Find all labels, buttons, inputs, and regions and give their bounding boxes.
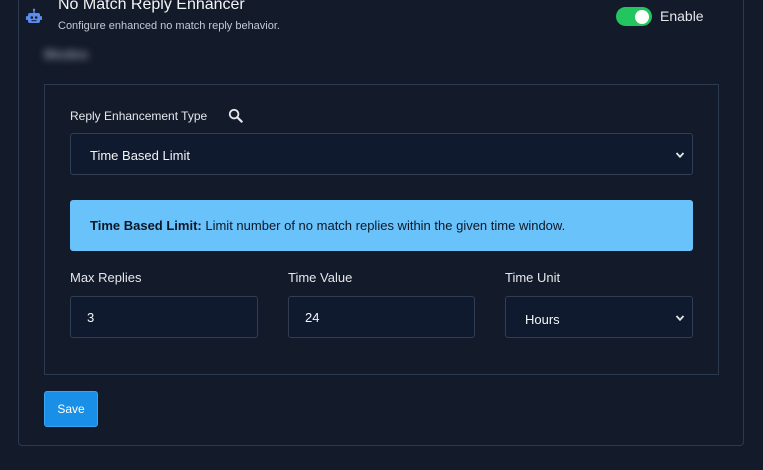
chevron-down-icon bbox=[675, 152, 685, 159]
enable-label: Enable bbox=[660, 8, 704, 24]
panel-title: No Match Reply Enhancer bbox=[58, 0, 245, 13]
info-alert-text: Limit number of no match replies within … bbox=[205, 218, 566, 233]
reply-type-select[interactable]: Time Based Limit bbox=[70, 133, 693, 175]
time-unit-label: Time Unit bbox=[505, 270, 561, 285]
time-value-label: Time Value bbox=[288, 270, 353, 285]
max-replies-input[interactable] bbox=[70, 296, 258, 338]
info-alert: Time Based Limit: Limit number of no mat… bbox=[70, 200, 693, 251]
reply-type-label: Reply Enhancement Type bbox=[70, 109, 208, 123]
info-alert-title: Time Based Limit: bbox=[90, 218, 202, 233]
enable-toggle[interactable] bbox=[616, 7, 652, 26]
save-button[interactable]: Save bbox=[44, 391, 98, 427]
chevron-down-icon bbox=[675, 315, 685, 322]
max-replies-label: Max Replies bbox=[70, 270, 142, 285]
panel-subtitle: Configure enhanced no match reply behavi… bbox=[58, 20, 280, 32]
toggle-knob bbox=[635, 9, 649, 24]
search-icon[interactable] bbox=[228, 108, 243, 123]
time-unit-value: Hours bbox=[525, 312, 560, 327]
time-unit-select[interactable]: Hours bbox=[505, 296, 693, 338]
robot-icon bbox=[26, 8, 42, 23]
section-heading: Modes bbox=[44, 46, 89, 62]
time-value-input[interactable] bbox=[288, 296, 475, 338]
reply-type-value: Time Based Limit bbox=[90, 148, 190, 163]
